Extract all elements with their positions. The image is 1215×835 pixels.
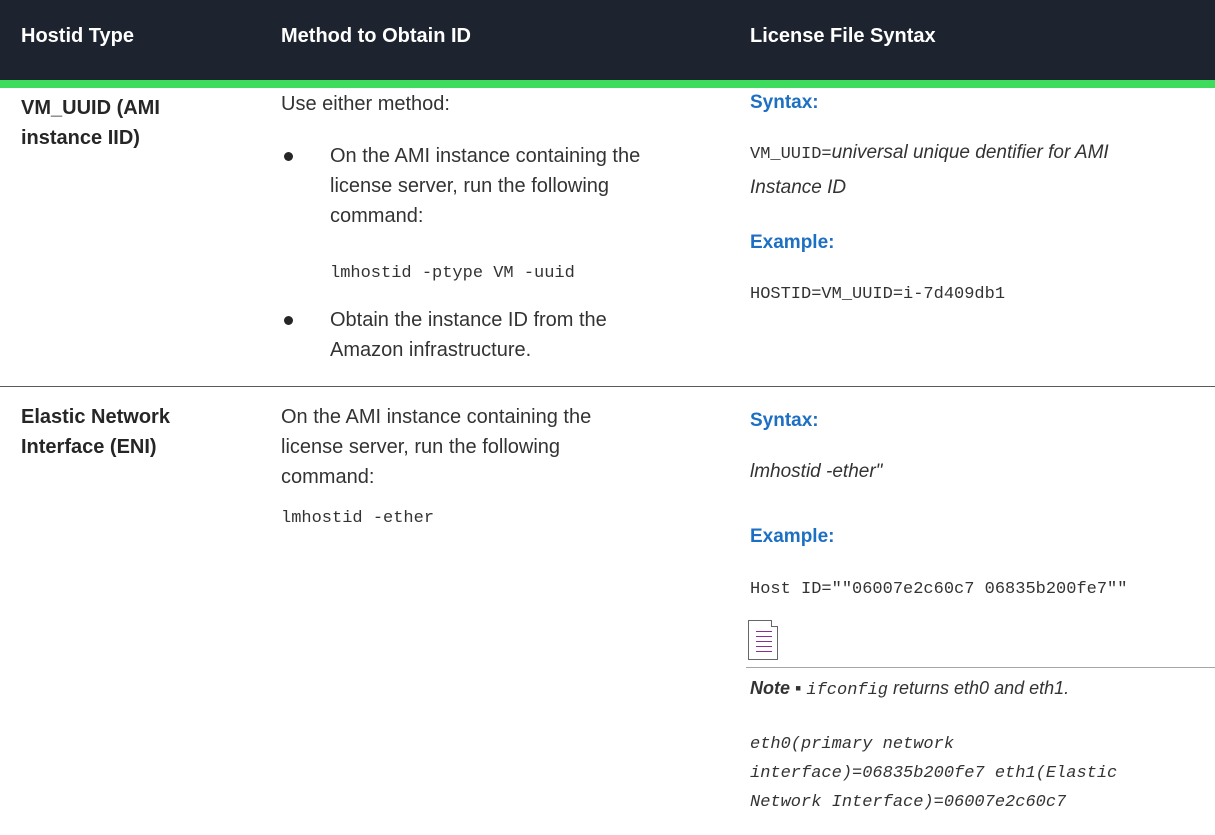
row1-syntax-label: Syntax: xyxy=(750,92,819,113)
header-method: Method to Obtain ID xyxy=(281,25,471,47)
table-header: Hostid Type Method to Obtain ID License … xyxy=(0,0,1215,80)
note-document-icon xyxy=(748,620,778,660)
header-accent-rule xyxy=(0,80,1215,88)
row2-command: lmhostid -ether xyxy=(281,509,435,528)
row1-method-intro: Use either method: xyxy=(281,93,450,115)
row2-syntax-value: lmhostid -ether" xyxy=(750,461,883,482)
row1-hostid-type: VM_UUID (AMI instance IID) xyxy=(21,97,160,149)
row2-example-label: Example: xyxy=(750,526,835,547)
row2-method-text: On the AMI instance containing the licen… xyxy=(281,406,592,488)
header-license-syntax: License File Syntax xyxy=(750,25,936,47)
bullet-icon xyxy=(284,316,293,325)
bullet-icon xyxy=(284,152,293,161)
row1-example-value: HOSTID=VM_UUID=i-7d409db1 xyxy=(750,285,1006,304)
row-divider xyxy=(0,386,1215,387)
row2-note-detail: eth0(primary network interface)=06835b20… xyxy=(750,735,1118,812)
row2-hostid-type: Elastic Network Interface (ENI) xyxy=(21,406,170,458)
row2-example-value: Host ID=""06007e2c60c7 06835b200fe7"" xyxy=(750,580,1128,599)
row2-syntax-label: Syntax: xyxy=(750,410,819,431)
note-divider xyxy=(746,667,1215,668)
row1-example-label: Example: xyxy=(750,232,835,253)
row1-command: lmhostid -ptype VM -uuid xyxy=(330,264,575,283)
row2-note-heading: Note ▪ ifconfig returns eth0 and eth1. xyxy=(750,678,1070,700)
row1-syntax-value: VM_UUID=universal unique dentifier for A… xyxy=(750,142,1109,198)
header-hostid-type: Hostid Type xyxy=(21,25,134,47)
